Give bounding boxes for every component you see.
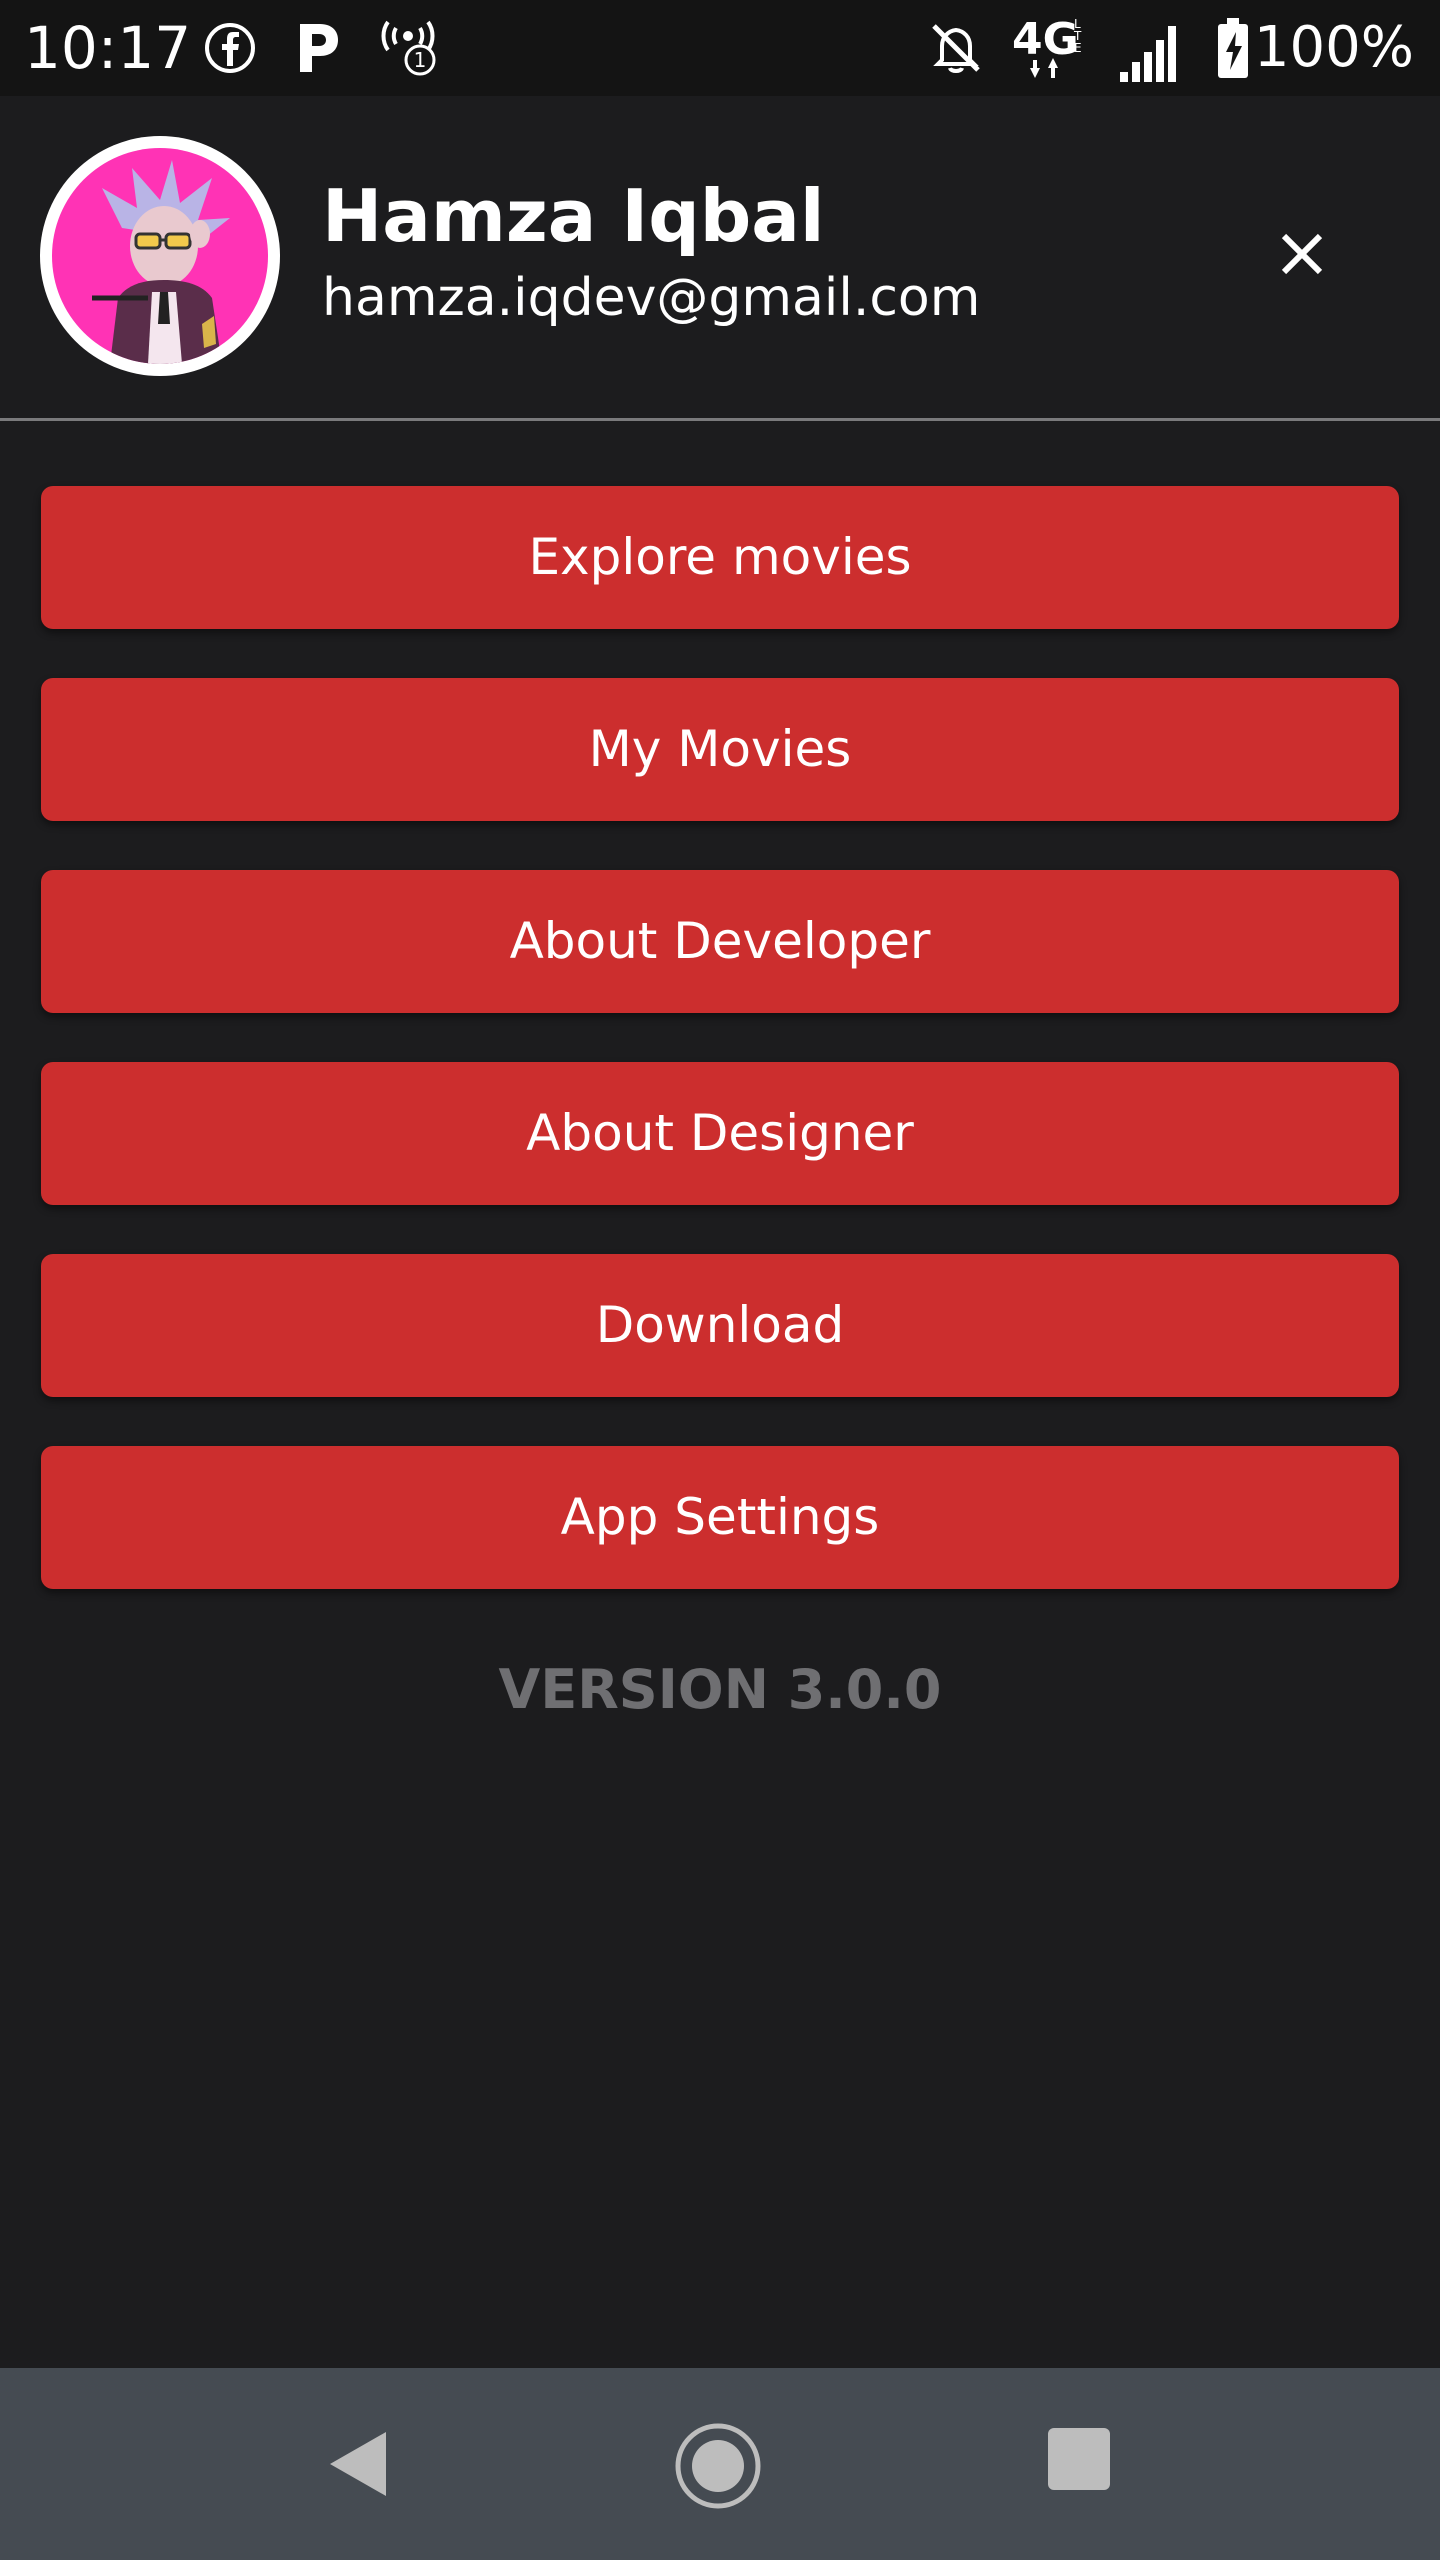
parking-app-icon	[300, 24, 338, 72]
user-name: Hamza Iqbal	[322, 174, 825, 258]
battery-charging-icon	[1218, 18, 1248, 78]
svg-text:E: E	[1074, 41, 1082, 55]
about-designer-button[interactable]: About Designer	[41, 1062, 1399, 1205]
version-label: VERSION 3.0.0	[498, 1658, 942, 1721]
system-navigation-bar	[0, 2368, 1440, 2560]
drawer-header: Hamza Iqbal hamza.iqdev@gmail.com	[0, 96, 1440, 418]
about-developer-button[interactable]: About Developer	[41, 870, 1399, 1013]
facebook-icon	[205, 23, 255, 73]
close-icon	[1281, 233, 1323, 275]
explore-movies-button[interactable]: Explore movies	[41, 486, 1399, 629]
hotspot-icon: 1	[381, 20, 436, 76]
my-movies-button[interactable]: My Movies	[41, 678, 1399, 821]
back-button[interactable]	[320, 2424, 400, 2504]
recents-icon	[1048, 2428, 1110, 2490]
home-button[interactable]	[672, 2420, 764, 2512]
avatar[interactable]	[40, 136, 280, 376]
status-time: 10:17	[24, 14, 192, 82]
status-bar: 10:17 1 4G L T E 100%	[0, 0, 1440, 96]
header-divider	[0, 418, 1440, 421]
cell-signal-icon	[1120, 26, 1176, 82]
app-settings-button[interactable]: App Settings	[41, 1446, 1399, 1589]
avatar-image	[52, 148, 268, 364]
svg-text:1: 1	[414, 48, 427, 72]
download-button[interactable]: Download	[41, 1254, 1399, 1397]
close-button[interactable]	[1262, 214, 1342, 294]
recents-button[interactable]	[1046, 2426, 1112, 2492]
back-icon	[330, 2432, 386, 2496]
battery-percent: 100%	[1253, 15, 1414, 80]
lte-4g-icon: 4G L T E	[1012, 14, 1082, 78]
avatar-illustration	[92, 160, 230, 364]
user-email: hamza.iqdev@gmail.com	[322, 268, 981, 328]
svg-text:4G: 4G	[1012, 14, 1079, 65]
notifications-off-icon	[932, 24, 980, 73]
